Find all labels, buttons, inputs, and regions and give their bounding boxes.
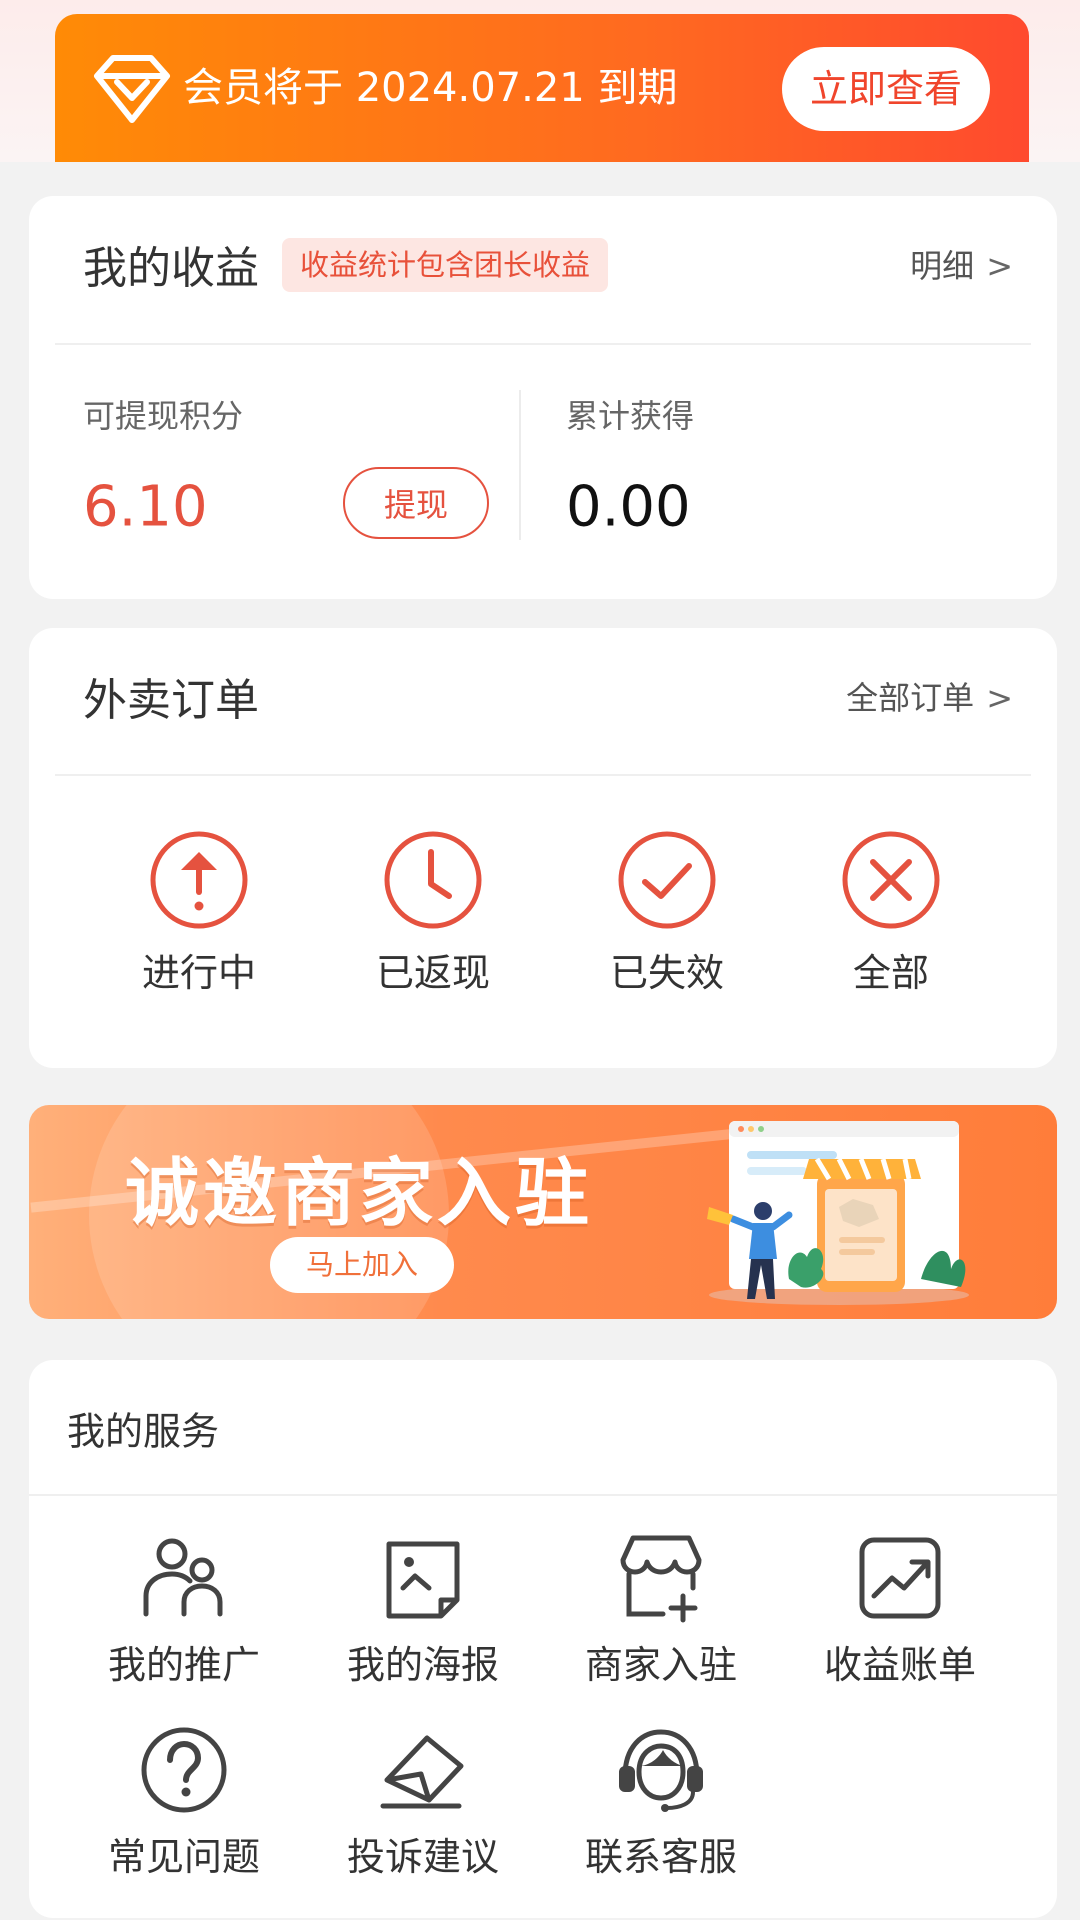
takeout-orders-card: 外卖订单 全部订单 > 进行中 已返现 已失效 全部 [29,628,1057,1068]
chevron-right-icon: > [986,679,1013,717]
service-contact-support[interactable]: 联系客服 [551,1722,771,1881]
chevron-right-icon: > [986,247,1013,285]
divider [55,774,1031,776]
all-orders-link[interactable]: 全部订单 > [846,673,1013,719]
headset-icon [619,1729,703,1812]
service-label: 联系客服 [584,1835,737,1879]
service-earnings-bill[interactable]: 收益账单 [790,1530,1010,1689]
withdraw-button[interactable]: 提现 [343,467,489,539]
service-label: 商家入驻 [584,1643,737,1687]
service-label: 投诉建议 [346,1835,499,1879]
trend-chart-icon [859,1537,941,1619]
vip-expiry-text: 会员将于 2024.07.21 到期 [183,65,678,111]
divider [55,343,1031,345]
all-orders-label: 全部订单 [846,679,975,717]
order-status-label: 已失效 [609,951,724,995]
total-earned-label: 累计获得 [566,397,695,435]
order-status-all[interactable]: 全部 [801,828,981,997]
image-icon [386,1541,460,1619]
service-label: 收益账单 [823,1643,976,1687]
service-label: 我的推广 [107,1643,260,1687]
total-earned-value: 0.00 [566,474,691,540]
order-status-in-progress[interactable]: 进行中 [109,828,289,997]
detail-link-label: 明细 [910,247,975,285]
earnings-tag: 收益统计包含团长收益 [282,238,608,292]
promo-title: 诚邀商家入驻 [125,1150,593,1237]
order-status-label: 进行中 [141,951,256,995]
order-status-cashback[interactable]: 已返现 [343,828,523,997]
clock-icon [384,831,482,929]
arrow-up-circle-icon [150,831,248,929]
earnings-card: 我的收益 收益统计包含团长收益 明细 > 可提现积分 6.10 提现 累计获得 0… [29,196,1057,599]
orders-title: 外卖订单 [83,675,259,726]
service-my-promotion[interactable]: 我的推广 [74,1530,294,1689]
service-faq[interactable]: 常见问题 [74,1722,294,1881]
diamond-icon [94,55,170,123]
services-title: 我的服务 [67,1409,220,1454]
question-icon [141,1727,227,1813]
my-services-card: 我的服务 我的推广 我的海报 商家入驻 收益账单 常见问题 投诉建议 联系客服 [29,1360,1057,1918]
divider [29,1494,1057,1496]
vip-expiry-banner: 会员将于 2024.07.21 到期 立即查看 [55,14,1029,162]
order-status-label: 全部 [852,951,929,995]
earnings-title: 我的收益 [83,243,259,294]
view-now-button[interactable]: 立即查看 [782,47,990,131]
order-status-label: 已返现 [375,951,490,995]
divider [519,390,521,540]
earnings-detail-link[interactable]: 明细 > [910,241,1013,287]
order-status-expired[interactable]: 已失效 [577,828,757,997]
merchant-illustration [707,1121,969,1305]
service-label: 常见问题 [107,1835,260,1879]
check-circle-icon [618,831,716,929]
store-add-icon [620,1535,702,1623]
users-icon [143,1538,223,1617]
service-label: 我的海报 [346,1643,499,1687]
envelope-icon [380,1735,464,1809]
service-complaint[interactable]: 投诉建议 [313,1722,533,1881]
x-circle-icon [842,831,940,929]
withdrawable-label: 可提现积分 [83,397,244,435]
service-merchant-join[interactable]: 商家入驻 [551,1530,771,1689]
withdrawable-value: 6.10 [83,474,208,540]
join-now-button[interactable]: 马上加入 [270,1237,454,1293]
service-my-poster[interactable]: 我的海报 [313,1530,533,1689]
merchant-recruit-banner[interactable]: 诚邀商家入驻 马上加入 [29,1105,1057,1319]
